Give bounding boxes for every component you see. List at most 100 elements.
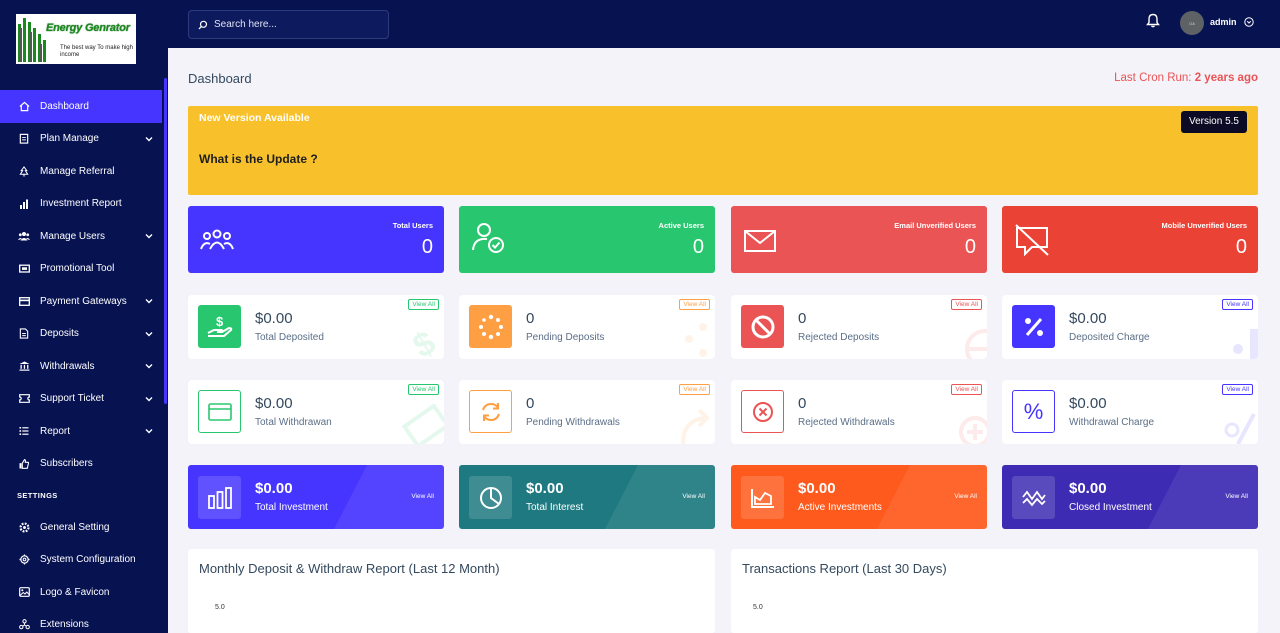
bell-icon[interactable] xyxy=(1146,13,1160,28)
logo-wrap: Energy Genrator The best way To make hig… xyxy=(0,0,168,78)
widget-withdrawal-charge[interactable]: % $0.00 Withdrawal Charge View All xyxy=(1002,380,1258,444)
summary-total-investment[interactable]: $0.00 Total Investment View All xyxy=(188,465,444,529)
main-content: Dashboard Last Cron Run: 2 years ago New… xyxy=(168,48,1280,633)
stat-value: 0 xyxy=(421,236,433,258)
widget-rejected-deposits[interactable]: 0 Rejected Deposits View All xyxy=(731,295,987,359)
view-all-button[interactable]: View All xyxy=(1225,493,1248,500)
sidebar-item-logo-favicon[interactable]: Logo & Favicon xyxy=(0,576,162,609)
summary-value: $0.00 xyxy=(255,480,293,497)
sidebar-item-dashboard[interactable]: Dashboard xyxy=(0,90,162,123)
user-check-icon xyxy=(472,223,504,253)
cog-icon xyxy=(18,521,30,533)
sidebar-item-system-configuration[interactable]: System Configuration xyxy=(0,544,162,577)
sidebar-item-support-ticket[interactable]: Support Ticket xyxy=(0,383,162,416)
summary-value: $0.00 xyxy=(526,480,564,497)
images-icon xyxy=(18,586,30,598)
view-all-button[interactable]: View All xyxy=(954,493,977,500)
sidebar-item-manage-referral[interactable]: Manage Referral xyxy=(0,155,162,188)
summary-active-investments[interactable]: $0.00 Active Investments View All xyxy=(731,465,987,529)
summary-label: Total Investment xyxy=(255,502,328,513)
widget-label: Total Deposited xyxy=(255,332,324,343)
summary-label: Active Investments xyxy=(798,502,882,513)
logo[interactable]: Energy Genrator The best way To make hig… xyxy=(16,14,136,64)
deco-percent-icon xyxy=(1224,413,1256,444)
sidebar-item-manage-users[interactable]: Manage Users xyxy=(0,220,162,253)
view-all-button[interactable]: View All xyxy=(1222,384,1253,395)
username[interactable]: admin xyxy=(1210,17,1237,27)
users-group-icon xyxy=(200,229,234,250)
view-all-button[interactable]: View All xyxy=(951,299,982,310)
sidebar-item-payment-gateways[interactable]: Payment Gateways xyxy=(0,285,162,318)
area-chart-icon xyxy=(741,476,784,519)
cron-value: 2 years ago xyxy=(1194,72,1258,84)
sidebar-menu: Dashboard Plan Manage Manage Referral In… xyxy=(0,90,162,633)
cogs-icon xyxy=(18,554,30,566)
search-input[interactable] xyxy=(214,19,384,30)
update-heading: New Version Available xyxy=(199,112,310,124)
sidebar-item-subscribers[interactable]: Subscribers xyxy=(0,448,162,481)
chevron-down-circle-icon[interactable] xyxy=(1244,17,1254,27)
sidebar-item-plan-manage[interactable]: Plan Manage xyxy=(0,123,162,156)
sidebar-item-label: Deposits xyxy=(40,328,79,340)
sidebar-item-report[interactable]: Report xyxy=(0,415,162,448)
view-all-button[interactable]: View All xyxy=(411,493,434,500)
update-question[interactable]: What is the Update ? xyxy=(199,152,318,166)
avatar[interactable]: OA xyxy=(1180,11,1204,35)
stat-value: 0 xyxy=(1235,236,1247,258)
pie-chart-icon xyxy=(469,476,512,519)
view-all-button[interactable]: View All xyxy=(1222,299,1253,310)
sidebar-item-label: Payment Gateways xyxy=(40,295,127,307)
cron-status: Last Cron Run: 2 years ago xyxy=(1114,72,1258,84)
widget-pending-withdrawals[interactable]: 0 Pending Withdrawals View All xyxy=(459,380,715,444)
chevron-down-icon xyxy=(145,429,153,434)
users-icon xyxy=(18,230,30,242)
stat-card-active-users[interactable]: Active Users 0 xyxy=(459,206,715,273)
sidebar-item-investment-report[interactable]: Investment Report xyxy=(0,188,162,221)
sidebar-item-extensions[interactable]: Extensions xyxy=(0,609,162,633)
sidebar-scrollbar[interactable] xyxy=(164,78,167,404)
chevron-down-icon xyxy=(145,299,153,304)
stat-card-email-unverified[interactable]: Email Unverified Users 0 xyxy=(731,206,987,273)
times-circle-icon xyxy=(741,390,784,433)
widget-total-withdrawan[interactable]: $0.00 Total Withdrawan View All xyxy=(188,380,444,444)
ban-icon xyxy=(741,305,784,348)
stat-card-total-users[interactable]: Total Users 0 xyxy=(188,206,444,273)
summary-total-interest[interactable]: $0.00 Total Interest View All xyxy=(459,465,715,529)
widget-total-deposited[interactable]: $ $0.00 Total Deposited View All $ xyxy=(188,295,444,359)
view-all-button[interactable]: View All xyxy=(682,493,705,500)
widget-label: Deposited Charge xyxy=(1069,332,1150,343)
page-title: Dashboard xyxy=(188,71,252,86)
stat-card-mobile-unverified[interactable]: Mobile Unverified Users 0 xyxy=(1002,206,1258,273)
sidebar-item-label: System Configuration xyxy=(40,554,136,566)
puzzle-icon xyxy=(18,619,30,631)
sidebar-item-label: Extensions xyxy=(40,619,89,631)
chevron-down-icon xyxy=(145,136,153,141)
view-all-button[interactable]: View All xyxy=(408,384,439,395)
version-button[interactable]: Version 5.5 xyxy=(1180,111,1247,133)
view-all-button[interactable]: View All xyxy=(951,384,982,395)
deco-card-icon xyxy=(401,404,444,444)
summary-closed-investment[interactable]: $0.00 Closed Investment View All xyxy=(1002,465,1258,529)
sidebar-item-label: General Setting xyxy=(40,521,110,533)
percent-icon: % xyxy=(1012,390,1055,433)
logo-title: Energy Genrator xyxy=(46,22,130,34)
sidebar-item-promotional-tool[interactable]: Promotional Tool xyxy=(0,253,162,286)
widget-rejected-withdrawals[interactable]: 0 Rejected Withdrawals View All xyxy=(731,380,987,444)
view-all-button[interactable]: View All xyxy=(679,299,710,310)
widget-deposited-charge[interactable]: $0.00 Deposited Charge View All xyxy=(1002,295,1258,359)
chevron-down-icon xyxy=(145,396,153,401)
search-box[interactable] xyxy=(188,10,389,39)
sidebar: Energy Genrator The best way To make hig… xyxy=(0,0,168,633)
sidebar-item-label: Logo & Favicon xyxy=(40,586,110,598)
summary-label: Total Interest xyxy=(526,502,584,513)
sidebar-item-withdrawals[interactable]: Withdrawals xyxy=(0,350,162,383)
sidebar-item-general-setting[interactable]: General Setting xyxy=(0,511,162,544)
chevron-down-icon xyxy=(145,364,153,369)
sidebar-item-deposits[interactable]: Deposits xyxy=(0,318,162,351)
view-all-button[interactable]: View All xyxy=(679,384,710,395)
widget-pending-deposits[interactable]: 0 Pending Deposits View All xyxy=(459,295,715,359)
bar-chart-icon xyxy=(198,476,241,519)
sidebar-item-label: Manage Users xyxy=(40,230,106,242)
cron-label: Last Cron Run: xyxy=(1114,72,1192,84)
view-all-button[interactable]: View All xyxy=(408,299,439,310)
